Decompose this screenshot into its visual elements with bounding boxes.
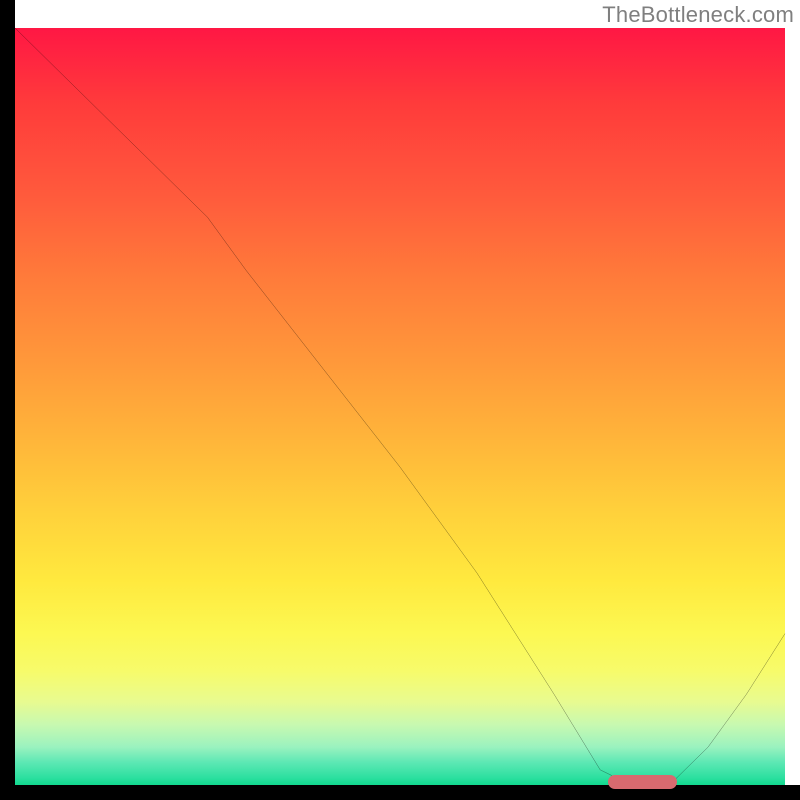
optimal-range-marker — [608, 775, 677, 789]
watermark-text: TheBottleneck.com — [602, 2, 794, 28]
y-axis — [0, 0, 15, 800]
bottleneck-curve-svg — [15, 28, 785, 785]
x-axis — [0, 785, 800, 800]
bottleneck-curve-path — [15, 28, 785, 785]
